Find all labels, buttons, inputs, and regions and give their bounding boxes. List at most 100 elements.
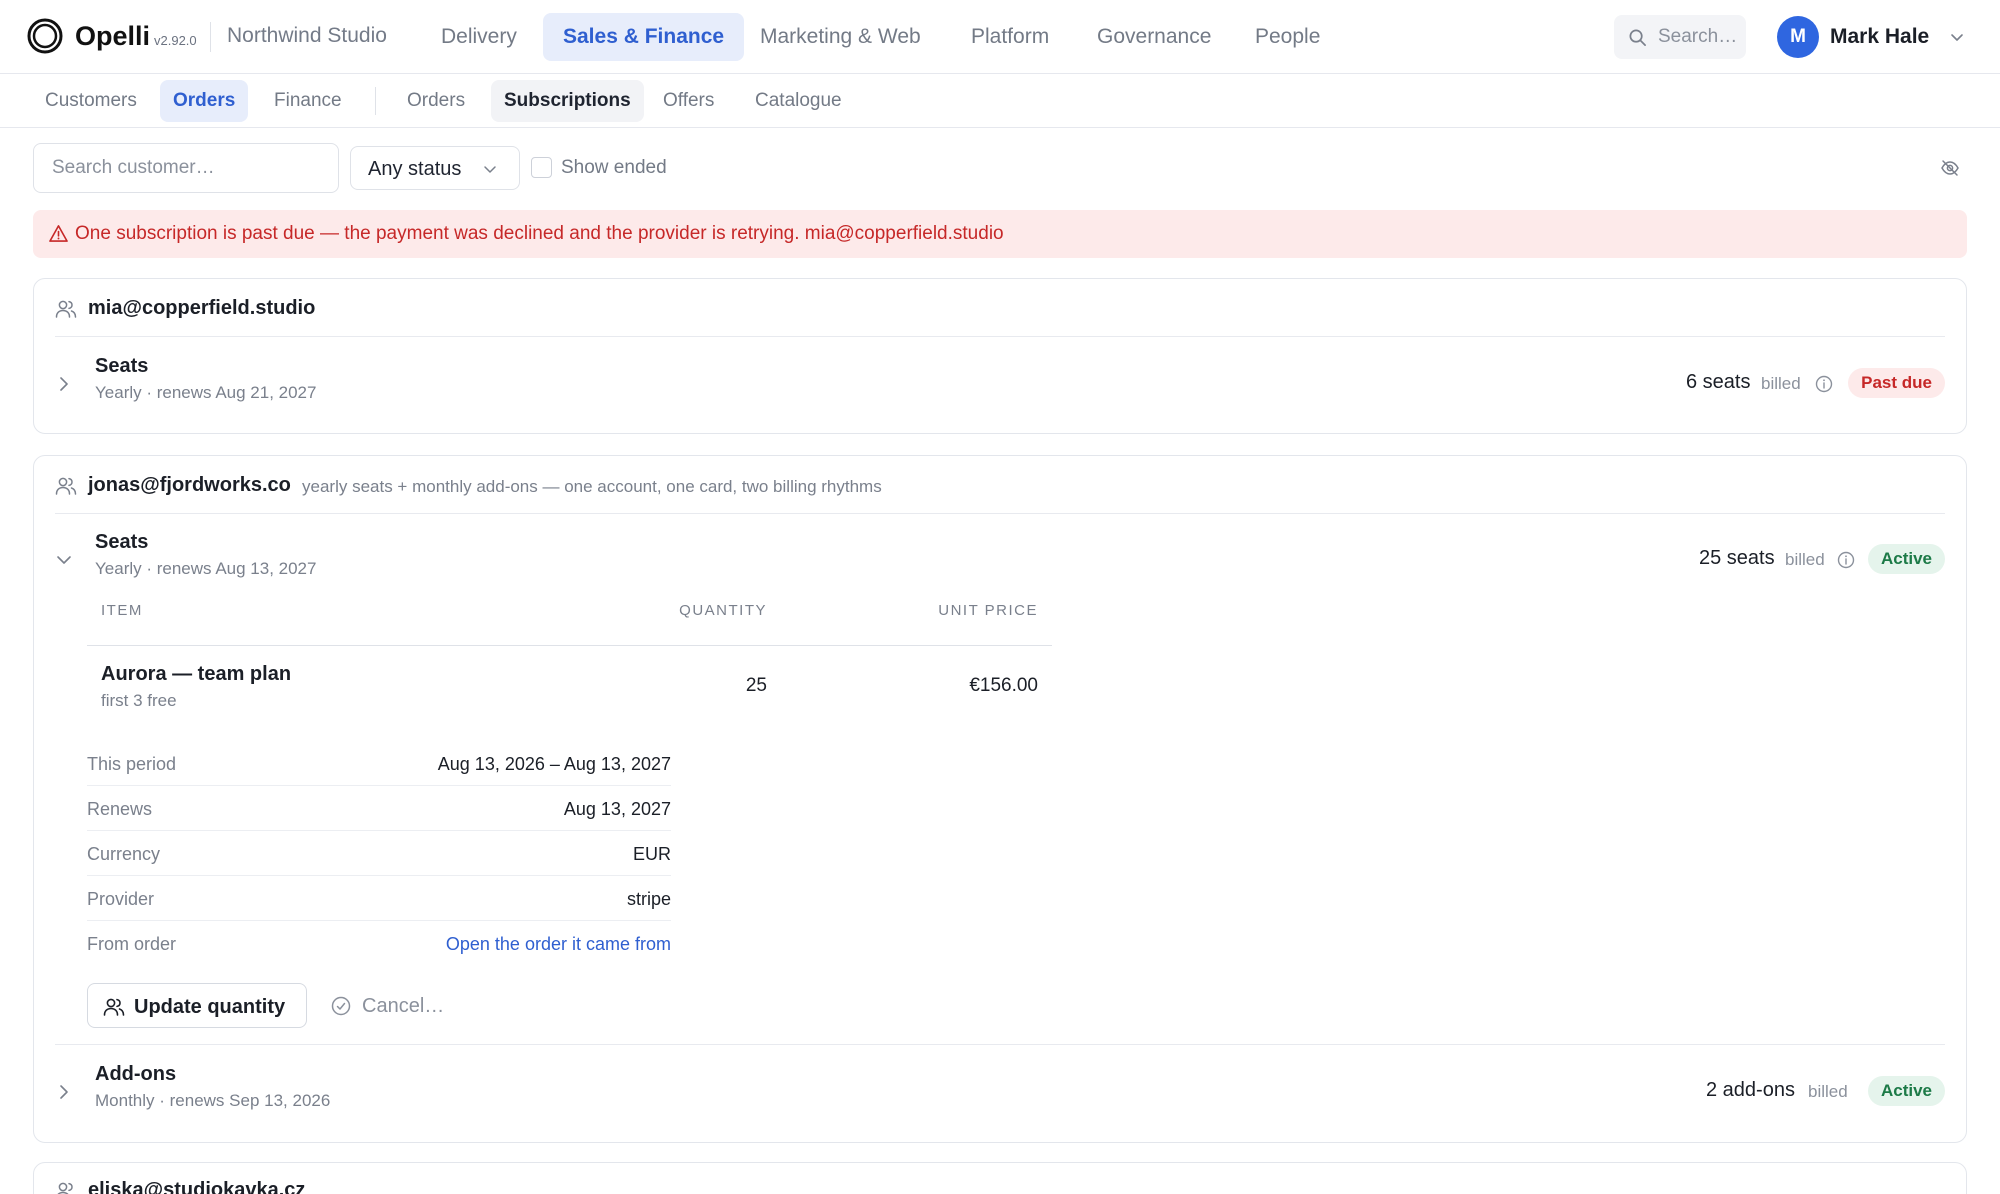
top-bar: Opelli v2.92.0 Northwind Studio Delivery… bbox=[0, 0, 2000, 74]
subscription-details: This period Aug 13, 2026 – Aug 13, 2027 … bbox=[87, 741, 671, 966]
avatar: M bbox=[1777, 16, 1819, 58]
tab-catalogue[interactable]: Catalogue bbox=[742, 80, 855, 122]
detail-value: EUR bbox=[632, 844, 671, 864]
customer-search-input[interactable] bbox=[34, 144, 338, 192]
chevron-right-icon[interactable] bbox=[55, 375, 73, 393]
customer-header: jonas@fjordworks.co yearly seats + month… bbox=[55, 470, 1055, 500]
chevron-down-icon bbox=[484, 166, 496, 173]
subscription-name: Add-ons bbox=[95, 1063, 177, 1085]
tab-finance[interactable]: Finance bbox=[261, 80, 355, 122]
nav-platform[interactable]: Platform bbox=[951, 13, 1069, 61]
subscription-summary: 6 seats billed Past due bbox=[1686, 368, 1945, 398]
update-quantity-label: Update quantity bbox=[134, 996, 286, 1018]
nav-governance[interactable]: Governance bbox=[1077, 13, 1231, 61]
detail-value: stripe bbox=[626, 889, 671, 909]
chevron-down-icon bbox=[1951, 34, 1963, 41]
customer-email: jonas@fjordworks.co bbox=[88, 474, 291, 496]
subscription-meta: Monthly · renews Sep 13, 2026 bbox=[95, 1091, 331, 1110]
customer-card: eliska@studiokavka.cz bbox=[33, 1162, 1967, 1194]
column-header-quantity: QUANTITY bbox=[679, 602, 767, 619]
info-icon[interactable] bbox=[1837, 551, 1855, 569]
search-icon bbox=[1629, 29, 1646, 46]
alert-message: One subscription is past due — the payme… bbox=[75, 223, 1004, 244]
divider bbox=[55, 513, 1945, 514]
column-header-unit-price: UNIT PRICE bbox=[938, 602, 1038, 619]
subscription-meta: Yearly · renews Aug 13, 2027 bbox=[95, 559, 317, 578]
subscription-meta: Yearly · renews Aug 21, 2027 bbox=[95, 383, 317, 402]
detail-row-provider: Provider stripe bbox=[87, 876, 671, 921]
detail-value: Aug 13, 2027 bbox=[563, 799, 671, 819]
status-select-value: Any status bbox=[368, 158, 462, 180]
detail-row-renews: Renews Aug 13, 2027 bbox=[87, 786, 671, 831]
subscription-quantity: 2 add-ons bbox=[1706, 1079, 1795, 1101]
billed-label: billed bbox=[1808, 1082, 1848, 1101]
tab-customers[interactable]: Customers bbox=[32, 80, 150, 122]
customer-note: yearly seats + monthly add-ons — one acc… bbox=[302, 477, 882, 496]
nav-delivery[interactable]: Delivery bbox=[421, 13, 537, 61]
billed-label: billed bbox=[1761, 374, 1801, 393]
column-header-item: ITEM bbox=[101, 602, 143, 619]
show-ended-label: Show ended bbox=[561, 157, 667, 178]
status-badge: Active bbox=[1867, 1076, 1945, 1106]
detail-row-currency: Currency EUR bbox=[87, 831, 671, 876]
line-item-quantity: 25 bbox=[745, 675, 767, 696]
divider bbox=[87, 645, 1052, 646]
detail-row-period: This period Aug 13, 2026 – Aug 13, 2027 bbox=[87, 741, 671, 786]
customer-card: mia@copperfield.studio Seats Yearly · re… bbox=[33, 278, 1967, 434]
detail-label: This period bbox=[87, 754, 177, 774]
subscription-row[interactable]: Seats Yearly · renews Aug 21, 2027 6 sea… bbox=[55, 353, 1945, 413]
info-icon[interactable] bbox=[1815, 375, 1833, 393]
subscription-summary: 25 seats billed Active bbox=[1699, 544, 1945, 574]
global-search-placeholder: Search… bbox=[1658, 26, 1738, 47]
warning-icon bbox=[49, 225, 68, 242]
status-select[interactable]: Any status bbox=[350, 146, 520, 190]
tab-subscriptions[interactable]: Subscriptions bbox=[491, 80, 644, 122]
cancel-icon bbox=[331, 996, 351, 1016]
chevron-right-icon[interactable] bbox=[55, 1083, 73, 1101]
nav-marketing-web[interactable]: Marketing & Web bbox=[740, 13, 941, 61]
global-search[interactable]: Search… bbox=[1614, 15, 1746, 59]
tab-offers[interactable]: Offers bbox=[650, 80, 727, 122]
user-name: Mark Hale bbox=[1830, 25, 1930, 48]
subscription-quantity: 6 seats bbox=[1686, 371, 1751, 393]
subscription-name: Seats bbox=[95, 531, 149, 553]
subscription-row[interactable]: Add-ons Monthly · renews Sep 13, 2026 2 … bbox=[55, 1061, 1945, 1121]
cancel-label: Cancel… bbox=[362, 995, 445, 1017]
users-icon bbox=[103, 998, 125, 1016]
chevron-down-icon[interactable] bbox=[55, 551, 73, 569]
open-order-link[interactable]: Open the order it came from bbox=[446, 933, 671, 955]
detail-label: Provider bbox=[87, 889, 155, 909]
subscription-summary: 2 add-ons billed Active bbox=[1706, 1076, 1945, 1106]
detail-row-from-order: From order Open the order it came from bbox=[87, 921, 671, 966]
show-ended-checkbox[interactable] bbox=[531, 157, 552, 178]
line-item-unit-price: €156.00 bbox=[969, 675, 1038, 696]
past-due-alert: One subscription is past due — the payme… bbox=[33, 210, 1967, 258]
detail-value: Aug 13, 2026 – Aug 13, 2027 bbox=[437, 754, 671, 774]
detail-label: Renews bbox=[87, 799, 153, 819]
detail-label: Currency bbox=[87, 844, 161, 864]
line-item-note: first 3 free bbox=[101, 691, 177, 710]
status-badge: Past due bbox=[1848, 368, 1945, 398]
line-item-name: Aurora — team plan bbox=[101, 663, 292, 685]
eye-off-icon[interactable] bbox=[1940, 158, 1960, 178]
divider bbox=[55, 1044, 1945, 1045]
nav-sales-finance[interactable]: Sales & Finance bbox=[543, 13, 745, 61]
divider bbox=[375, 87, 376, 115]
subscription-name: Seats bbox=[95, 355, 149, 377]
sub-nav: Customers Orders Finance Orders Subscrip… bbox=[0, 74, 2000, 128]
customer-email: eliska@studiokavka.cz bbox=[88, 1179, 306, 1194]
users-icon bbox=[55, 300, 77, 318]
divider bbox=[55, 336, 1945, 337]
status-badge: Active bbox=[1867, 544, 1945, 574]
customer-search[interactable] bbox=[33, 143, 339, 193]
subscription-quantity: 25 seats bbox=[1699, 547, 1775, 569]
subscription-row[interactable]: Seats Yearly · renews Aug 13, 2027 25 se… bbox=[55, 529, 1945, 589]
tab-orders-section[interactable]: Orders bbox=[160, 80, 249, 122]
tab-orders[interactable]: Orders bbox=[394, 80, 478, 122]
detail-label: From order bbox=[87, 934, 177, 954]
update-quantity-button[interactable]: Update quantity bbox=[87, 983, 307, 1028]
users-icon bbox=[55, 477, 77, 495]
nav-people[interactable]: People bbox=[1235, 13, 1340, 61]
customer-email: mia@copperfield.studio bbox=[88, 297, 316, 319]
users-icon bbox=[57, 1182, 73, 1194]
